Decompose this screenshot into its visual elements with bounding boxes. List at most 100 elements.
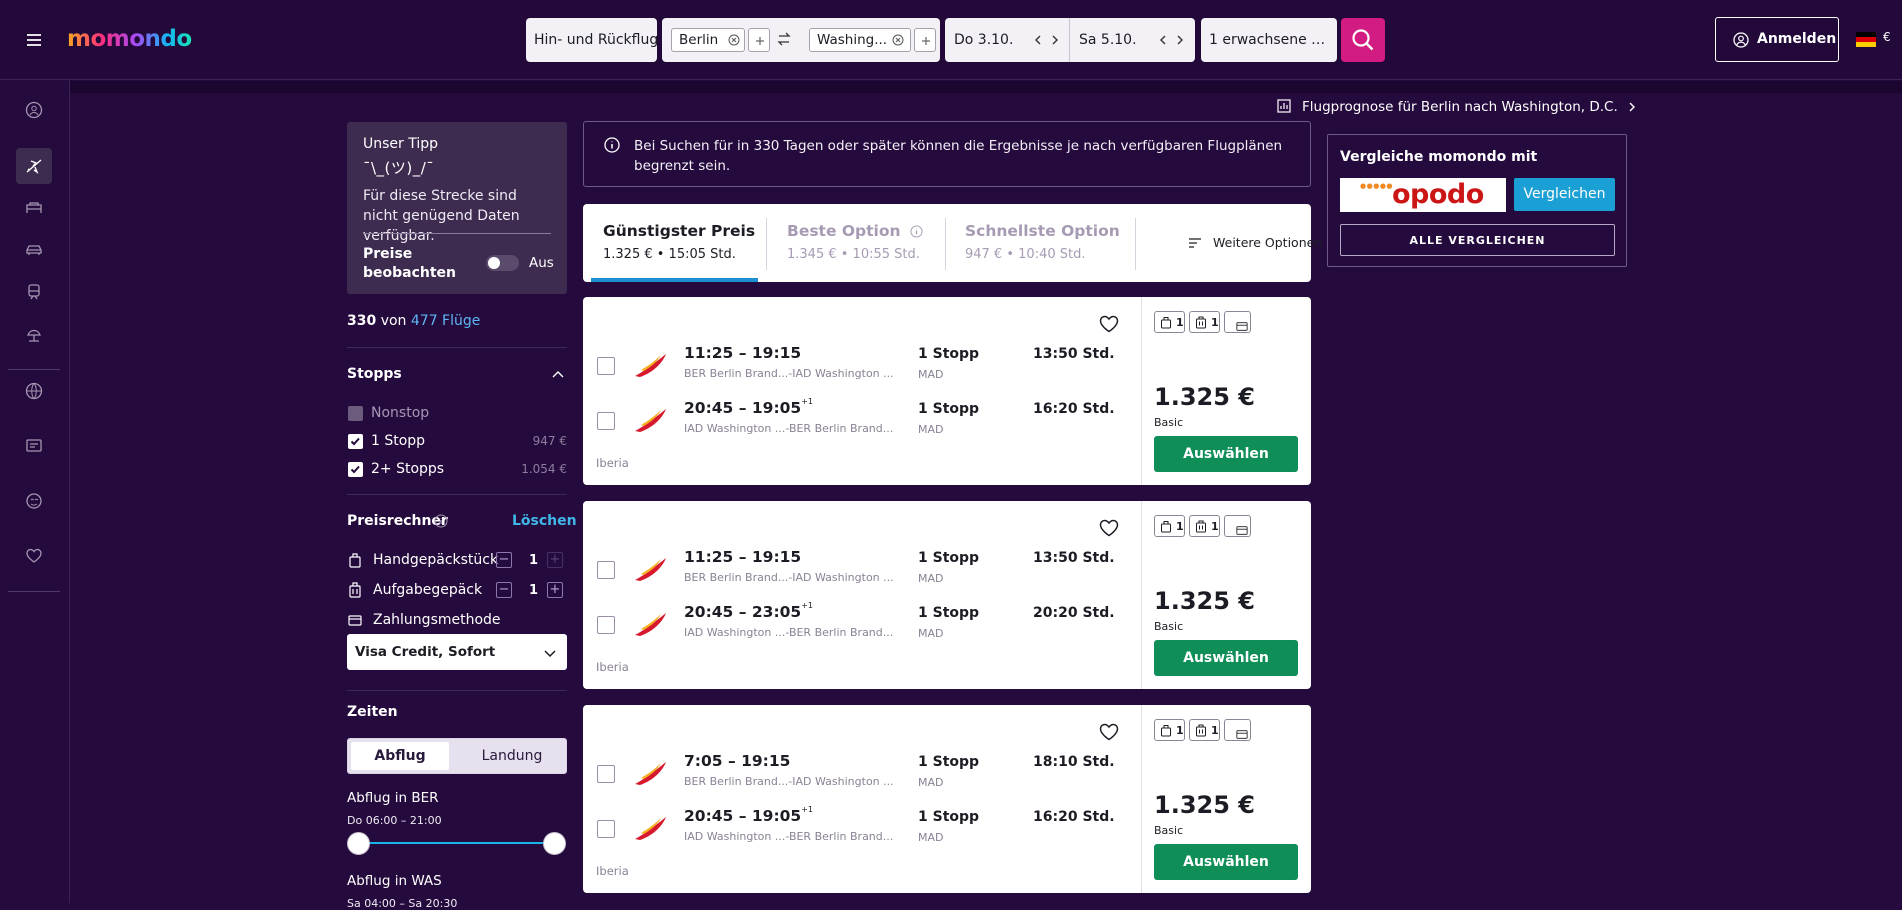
german-flag-icon[interactable]: [1856, 32, 1876, 47]
chevron-right-icon[interactable]: [1048, 33, 1062, 47]
origin-chip[interactable]: Berlin: [671, 28, 745, 52]
city-fields: Berlin Washing...: [662, 18, 940, 62]
rail-packages-icon[interactable]: [16, 316, 52, 352]
info-icon[interactable]: [434, 514, 448, 528]
add-origin-button[interactable]: [748, 28, 770, 52]
leg-checkbox[interactable]: [597, 820, 615, 838]
compare-all-button[interactable]: ALLE VERGLEICHEN: [1340, 224, 1615, 256]
currency-label[interactable]: €: [1883, 30, 1891, 44]
depart-date[interactable]: Do 3.10.: [954, 32, 1013, 48]
chevron-left-icon[interactable]: [1156, 33, 1170, 47]
stops-option-1-stop[interactable]: 1 Stopp 947 €: [347, 432, 567, 452]
rail-hotels-icon[interactable]: [16, 190, 52, 226]
rail-flights-icon[interactable]: [16, 148, 52, 184]
checked-bag-plus-button[interactable]: +: [547, 582, 563, 598]
rail-info-icon[interactable]: [16, 92, 52, 128]
leg-checkbox[interactable]: [597, 412, 615, 430]
checkbox-checked[interactable]: [348, 462, 363, 477]
carry-on-minus-button[interactable]: −: [496, 552, 512, 568]
return-slider-range: Sa 04:00 – Sa 20:30: [347, 897, 458, 910]
opodo-logo[interactable]: ●●●●● opodo: [1340, 178, 1506, 212]
leg-checkbox[interactable]: [597, 765, 615, 783]
favorite-heart-icon[interactable]: [1099, 315, 1119, 333]
compare-button[interactable]: Vergleichen: [1514, 178, 1615, 211]
carry-on-plus-button[interactable]: +: [547, 552, 563, 568]
price-forecast-link[interactable]: Flugprognose für Berlin nach Washington,…: [1277, 99, 1635, 115]
add-destination-button[interactable]: [914, 28, 936, 52]
checked-bag-minus-button[interactable]: −: [496, 582, 512, 598]
payment-method-select[interactable]: Visa Credit, Sofort: [347, 634, 567, 670]
depart-slider-max-handle[interactable]: [543, 832, 566, 855]
chevron-up-icon[interactable]: [551, 368, 565, 382]
result-price: 1.325 €: [1154, 383, 1255, 411]
price-calculator-heading: Preisrechner: [347, 513, 448, 529]
chevron-left-icon[interactable]: [1031, 33, 1045, 47]
remove-origin-icon[interactable]: [728, 34, 740, 46]
iberia-logo: [629, 607, 669, 641]
rail-divider: [8, 591, 60, 592]
rail-cars-icon[interactable]: [16, 232, 52, 268]
rail-travel-guides-icon[interactable]: [16, 483, 52, 519]
result-card[interactable]: 11:25 – 19:15 BER Berlin Brand...-IAD Wa…: [583, 501, 1311, 689]
remove-destination-icon[interactable]: [892, 34, 904, 46]
info-icon: [604, 137, 620, 153]
tab-departure[interactable]: Abflug: [351, 742, 449, 770]
depart-slider-track[interactable]: [359, 842, 556, 844]
checked-bag-badge: 1: [1189, 515, 1220, 537]
tab-arrival[interactable]: Landung: [463, 742, 561, 770]
flight-leg: 11:25 – 19:15 BER Berlin Brand...-IAD Wa…: [583, 548, 1138, 588]
menu-icon[interactable]: [24, 30, 44, 50]
results-of: von: [380, 313, 407, 329]
stops-option-2-plus[interactable]: 2+ Stopps 1.054 €: [347, 460, 567, 480]
sign-in-button[interactable]: Anmelden: [1715, 17, 1839, 62]
price-watch-label: Preise beobachten: [363, 246, 457, 281]
search-icon: [1352, 29, 1374, 51]
checked-bag-badge: 1: [1189, 311, 1220, 333]
clear-button[interactable]: Löschen: [512, 513, 577, 529]
checkbox[interactable]: [348, 406, 363, 421]
favorite-heart-icon[interactable]: [1099, 519, 1119, 537]
result-price: 1.325 €: [1154, 587, 1255, 615]
fare-class: Basic: [1154, 824, 1184, 837]
checkbox-checked[interactable]: [348, 434, 363, 449]
select-button[interactable]: Auswählen: [1154, 844, 1298, 880]
search-button[interactable]: [1341, 18, 1385, 62]
carry-on-row: Handgepäckstück − 1 +: [347, 549, 567, 573]
stops-heading[interactable]: Stopps: [347, 366, 402, 382]
leg-checkbox[interactable]: [597, 561, 615, 579]
leg-checkbox[interactable]: [597, 616, 615, 634]
rail-trips-icon[interactable]: [16, 428, 52, 464]
leg-route: BER Berlin Brand...-IAD Washington ...: [684, 367, 894, 380]
depart-slider-min-handle[interactable]: [347, 832, 370, 855]
leg-stops: 1 Stopp: [918, 809, 980, 825]
tab-cheapest[interactable]: Günstigster Preis 1.325 € • 15:05 Std.: [583, 204, 766, 282]
carry-on-badge: 1: [1154, 311, 1185, 333]
momondo-logo[interactable]: momondo: [67, 26, 192, 52]
leg-times: 11:25 – 19:15: [684, 548, 802, 566]
destination-chip[interactable]: Washing...: [809, 28, 911, 52]
select-button[interactable]: Auswählen: [1154, 436, 1298, 472]
rail-saved-icon[interactable]: [16, 538, 52, 574]
leg-duration: 18:10 Std.: [1033, 754, 1115, 770]
chevron-right-icon[interactable]: [1173, 33, 1187, 47]
passengers-select[interactable]: 1 erwachsene Pe...: [1201, 18, 1337, 62]
tab-fastest[interactable]: Schnellste Option 947 € • 10:40 Std.: [945, 204, 1135, 282]
price-watch-toggle[interactable]: [486, 255, 519, 271]
rail-explore-icon[interactable]: [16, 373, 52, 409]
return-date[interactable]: Sa 5.10.: [1079, 32, 1137, 48]
favorite-heart-icon[interactable]: [1099, 723, 1119, 741]
results-total-link[interactable]: 477 Flüge: [411, 313, 481, 329]
trip-type-select[interactable]: Hin- und Rückflug: [526, 18, 658, 62]
select-button[interactable]: Auswählen: [1154, 640, 1298, 676]
more-options-button[interactable]: Weitere Optionen: [1158, 204, 1322, 282]
rail-trains-icon[interactable]: [16, 274, 52, 310]
leg-stops: 1 Stopp: [918, 754, 980, 770]
tab-best[interactable]: Beste Option 1.345 € • 10:55 Std.: [767, 204, 945, 282]
leg-checkbox[interactable]: [597, 357, 615, 375]
result-card[interactable]: 11:25 – 19:15 BER Berlin Brand...-IAD Wa…: [583, 297, 1311, 485]
stops-option-nonstop[interactable]: Nonstop: [347, 404, 567, 424]
result-card[interactable]: 7:05 – 19:15 BER Berlin Brand...-IAD Was…: [583, 705, 1311, 893]
swap-icon[interactable]: [776, 31, 792, 47]
tip-panel: Unser Tipp ¯\_(ツ)_/¯ Für diese Strecke s…: [347, 122, 567, 294]
info-icon[interactable]: [910, 225, 923, 238]
